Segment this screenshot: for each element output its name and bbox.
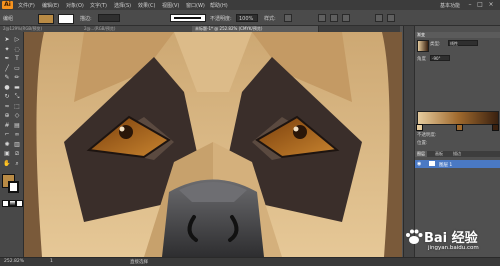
fill-swatch[interactable] (38, 13, 54, 24)
watermark-text: Bai 经验 (424, 231, 478, 246)
gradient-stop-start[interactable] (416, 124, 423, 131)
artboard-number[interactable]: 1 (50, 259, 53, 264)
gradient-panel: 渐变 (415, 32, 500, 38)
left-eye-highlight (119, 126, 125, 132)
maximize-icon[interactable]: □ (476, 1, 484, 8)
menu-effect[interactable]: 效果(C) (138, 2, 155, 9)
dog-illustration (24, 32, 402, 257)
gradient-thumbnail[interactable] (417, 40, 429, 52)
eraser-tool-icon[interactable]: ▬ (13, 84, 21, 91)
menu-help[interactable]: 帮助(H) (210, 2, 228, 9)
opacity-label: 不透明度: (417, 133, 437, 138)
slice-tool-icon[interactable]: ⧄ (13, 150, 21, 157)
blob-brush-tool-icon[interactable]: ● (3, 84, 11, 91)
hand-tool-icon[interactable]: ✋ (3, 160, 11, 167)
tab-stroke[interactable]: 描边 (451, 151, 463, 157)
pen-tool-icon[interactable]: ✒ (3, 55, 11, 62)
menu-view[interactable]: 视图(V) (162, 2, 179, 9)
brush-stroke-preview (174, 17, 201, 19)
gradient-mode-icon[interactable] (9, 200, 16, 207)
blend-tool-icon[interactable]: ∞ (13, 131, 21, 138)
right-eye-highlight (293, 126, 299, 132)
free-transform-tool-icon[interactable]: ⬚ (13, 103, 21, 110)
app-logo: Ai (2, 1, 13, 9)
watermark: Bai 经验 jingyan.baidu.com (402, 226, 498, 258)
toolbar-stroke-swatch[interactable] (8, 181, 19, 193)
line-tool-icon[interactable]: ╱ (3, 65, 11, 72)
rotate-tool-icon[interactable]: ↻ (3, 93, 11, 100)
gradient-stop-end[interactable] (492, 124, 499, 131)
rectangle-tool-icon[interactable]: ▭ (13, 65, 21, 72)
gradient-slider[interactable] (417, 111, 499, 125)
close-icon[interactable]: × (487, 1, 495, 8)
tab-layers[interactable]: 图层 (415, 151, 427, 157)
options-menu-icon[interactable] (387, 13, 395, 22)
shape-builder-tool-icon[interactable]: ⊕ (3, 112, 11, 119)
perspective-tool-icon[interactable]: ◇ (13, 112, 21, 119)
control-bar: 编组 描边: 不透明度: 100% 样式: (0, 10, 500, 26)
gradient-type-select[interactable]: 线性 (448, 40, 478, 46)
watermark-url: jingyan.baidu.com (428, 245, 479, 251)
scale-tool-icon[interactable]: ⤡ (13, 93, 21, 100)
warp-tool-icon[interactable]: ≈ (3, 103, 11, 110)
menu-window[interactable]: 窗口(W) (186, 2, 205, 9)
layer-thumbnail (429, 161, 435, 166)
selection-type-label: 编组 (3, 15, 14, 22)
transform-icon[interactable] (330, 13, 338, 22)
tab-artboards[interactable]: 画板 (433, 151, 445, 157)
mesh-tool-icon[interactable]: # (3, 122, 11, 129)
none-mode-icon[interactable] (16, 200, 23, 207)
menu-bar: Ai 文件(F) 编辑(E) 对象(O) 文字(T) 选择(S) 效果(C) 视… (0, 0, 500, 10)
symbol-sprayer-tool-icon[interactable]: ✺ (3, 141, 11, 148)
color-mode-icon[interactable] (2, 200, 9, 207)
opacity-field[interactable]: 100% (236, 13, 258, 22)
eye-icon[interactable]: ◉ (417, 161, 421, 167)
angle-field[interactable]: -90° (430, 55, 450, 61)
align-icon[interactable] (318, 13, 326, 22)
angle-label: 角度 (417, 57, 426, 62)
stroke-swatch[interactable] (58, 13, 74, 24)
menu-file[interactable]: 文件(F) (18, 2, 35, 9)
current-tool: 直接选择 (130, 260, 148, 265)
magic-wand-tool-icon[interactable]: ✦ (3, 46, 11, 53)
stroke-weight-field[interactable] (98, 13, 120, 22)
menu-object[interactable]: 对象(O) (66, 2, 84, 9)
paw-logo-icon (406, 229, 423, 244)
paintbrush-tool-icon[interactable]: ✎ (3, 74, 11, 81)
layer-row[interactable]: ◉ 图层 1 (415, 160, 500, 168)
graphic-style-swatch[interactable] (284, 13, 292, 22)
stroke-label: 描边: (80, 15, 92, 22)
artboard-tool-icon[interactable]: ▣ (3, 150, 11, 157)
artboard-canvas[interactable] (24, 32, 402, 257)
tab-gradient[interactable]: 渐变 (415, 32, 500, 38)
workspace-switcher[interactable]: 基本功能 (440, 2, 460, 9)
layer-name: 图层 1 (439, 162, 453, 168)
opacity-label: 不透明度: (210, 15, 232, 22)
style-label: 样式: (264, 15, 276, 22)
menu-type[interactable]: 文字(T) (90, 2, 107, 9)
layers-tab-bar: 图层 画板 描边 (415, 151, 500, 157)
location-label: 位置: (417, 141, 428, 146)
menu-select[interactable]: 选择(S) (114, 2, 131, 9)
brush-definition[interactable] (170, 14, 206, 22)
collapsed-panel-strip (404, 26, 415, 257)
menu-edit[interactable]: 编辑(E) (42, 2, 59, 9)
zoom-level[interactable]: 252.82% (4, 259, 24, 264)
select-arrow-tool-icon[interactable]: ➤ (3, 36, 11, 43)
tools-panel: ➤ ▷ ✦ ◌ ✒ T ╱ ▭ ✎ ✏ ● ▬ ↻ ⤡ ≈ ⬚ ⊕ ◇ # ▤ ⌐ ∞ ✺ ▥ ▣ ⧄ ✋ ⌕ (0, 32, 24, 257)
gradient-tool-icon[interactable]: ▤ (13, 122, 21, 129)
zoom-tool-icon[interactable]: ⌕ (13, 160, 21, 167)
isolate-icon[interactable] (342, 13, 350, 22)
gradient-stop-mid[interactable] (456, 124, 463, 131)
right-panel-dock: 渐变 类型: 线性 角度 -90° 不透明度: 位置: 图层 画板 描边 ◉ 图… (403, 26, 500, 257)
pencil-tool-icon[interactable]: ✏ (13, 74, 21, 81)
minimize-icon[interactable]: – (466, 1, 474, 8)
lasso-tool-icon[interactable]: ◌ (13, 46, 21, 53)
eyedropper-tool-icon[interactable]: ⌐ (3, 131, 11, 138)
type-tool-icon[interactable]: T (13, 55, 21, 62)
gradient-type-label: 类型: (430, 42, 441, 47)
recolor-icon[interactable] (375, 13, 383, 22)
column-graph-tool-icon[interactable]: ▥ (13, 141, 21, 148)
direct-select-tool-icon[interactable]: ▷ (13, 36, 21, 43)
